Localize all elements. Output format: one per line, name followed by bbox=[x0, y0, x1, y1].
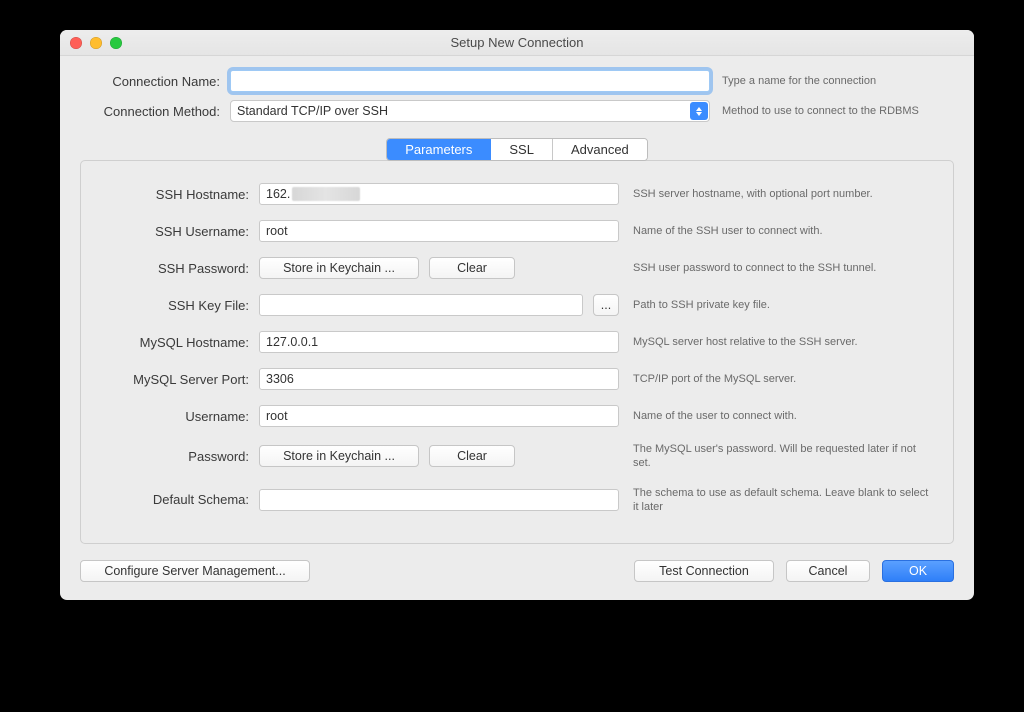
ssh-hostname-input[interactable]: 162. bbox=[259, 183, 619, 205]
ssh-password-clear-button[interactable]: Clear bbox=[429, 257, 515, 279]
mysql-password-store-button[interactable]: Store in Keychain ... bbox=[259, 445, 419, 467]
ssh-username-hint: Name of the SSH user to connect with. bbox=[619, 224, 935, 238]
default-schema-input[interactable] bbox=[259, 489, 619, 511]
row-connection-name: Connection Name: Type a name for the con… bbox=[80, 70, 954, 92]
tabs-strip: Parameters SSL Advanced bbox=[80, 138, 954, 161]
ssh-username-input[interactable] bbox=[259, 220, 619, 242]
row-ssh-hostname: SSH Hostname: 162. SSH server hostname, … bbox=[99, 183, 935, 205]
mysql-hostname-hint: MySQL server host relative to the SSH se… bbox=[619, 335, 935, 349]
row-ssh-password: SSH Password: Store in Keychain ... Clea… bbox=[99, 257, 935, 279]
footer: Configure Server Management... Test Conn… bbox=[60, 544, 974, 600]
connection-method-hint: Method to use to connect to the RDBMS bbox=[722, 105, 919, 117]
connection-name-hint: Type a name for the connection bbox=[722, 75, 876, 87]
ssh-password-store-button[interactable]: Store in Keychain ... bbox=[259, 257, 419, 279]
chevron-updown-icon bbox=[690, 102, 708, 120]
ssh-keyfile-hint: Path to SSH private key file. bbox=[619, 298, 935, 312]
mysql-username-input[interactable] bbox=[259, 405, 619, 427]
close-icon[interactable] bbox=[70, 37, 82, 49]
configure-server-management-button[interactable]: Configure Server Management... bbox=[80, 560, 310, 582]
zoom-icon[interactable] bbox=[110, 37, 122, 49]
mysql-port-label: MySQL Server Port: bbox=[99, 372, 259, 387]
mysql-password-clear-button[interactable]: Clear bbox=[429, 445, 515, 467]
window-title: Setup New Connection bbox=[60, 35, 974, 50]
ssh-hostname-label: SSH Hostname: bbox=[99, 187, 259, 202]
tab-parameters[interactable]: Parameters bbox=[387, 139, 491, 160]
dialog-window: Setup New Connection Connection Name: Ty… bbox=[60, 30, 974, 600]
content-area: Connection Name: Type a name for the con… bbox=[60, 56, 974, 544]
ssh-username-label: SSH Username: bbox=[99, 224, 259, 239]
mysql-hostname-label: MySQL Hostname: bbox=[99, 335, 259, 350]
connection-method-label: Connection Method: bbox=[80, 104, 230, 119]
ssh-hostname-hint: SSH server hostname, with optional port … bbox=[619, 187, 935, 201]
minimize-icon[interactable] bbox=[90, 37, 102, 49]
row-ssh-username: SSH Username: Name of the SSH user to co… bbox=[99, 220, 935, 242]
row-mysql-port: MySQL Server Port: TCP/IP port of the My… bbox=[99, 368, 935, 390]
titlebar: Setup New Connection bbox=[60, 30, 974, 56]
mysql-password-label: Password: bbox=[99, 449, 259, 464]
parameters-panel: SSH Hostname: 162. SSH server hostname, … bbox=[80, 160, 954, 544]
default-schema-hint: The schema to use as default schema. Lea… bbox=[619, 486, 935, 515]
test-connection-button[interactable]: Test Connection bbox=[634, 560, 774, 582]
ssh-keyfile-label: SSH Key File: bbox=[99, 298, 259, 313]
mysql-port-input[interactable] bbox=[259, 368, 619, 390]
ssh-keyfile-browse-button[interactable]: ... bbox=[593, 294, 619, 316]
row-ssh-keyfile: SSH Key File: ... Path to SSH private ke… bbox=[99, 294, 935, 316]
ssh-password-hint: SSH user password to connect to the SSH … bbox=[619, 261, 935, 275]
cancel-button[interactable]: Cancel bbox=[786, 560, 870, 582]
connection-name-input[interactable] bbox=[230, 70, 710, 92]
ssh-hostname-value-prefix: 162. bbox=[266, 187, 290, 201]
traffic-lights bbox=[60, 37, 122, 49]
ssh-hostname-redacted bbox=[292, 187, 360, 201]
ssh-password-label: SSH Password: bbox=[99, 261, 259, 276]
segmented-tabs: Parameters SSL Advanced bbox=[386, 138, 648, 161]
ssh-keyfile-input[interactable] bbox=[259, 294, 583, 316]
connection-method-value: Standard TCP/IP over SSH bbox=[237, 104, 388, 118]
mysql-hostname-input[interactable] bbox=[259, 331, 619, 353]
mysql-port-hint: TCP/IP port of the MySQL server. bbox=[619, 372, 935, 386]
tab-ssl[interactable]: SSL bbox=[491, 139, 553, 160]
row-connection-method: Connection Method: Standard TCP/IP over … bbox=[80, 100, 954, 122]
row-mysql-hostname: MySQL Hostname: MySQL server host relati… bbox=[99, 331, 935, 353]
default-schema-label: Default Schema: bbox=[99, 492, 259, 507]
mysql-username-label: Username: bbox=[99, 409, 259, 424]
connection-name-label: Connection Name: bbox=[80, 74, 230, 89]
ok-button[interactable]: OK bbox=[882, 560, 954, 582]
mysql-username-hint: Name of the user to connect with. bbox=[619, 409, 935, 423]
tab-advanced[interactable]: Advanced bbox=[553, 139, 647, 160]
connection-method-select[interactable]: Standard TCP/IP over SSH bbox=[230, 100, 710, 122]
row-mysql-username: Username: Name of the user to connect wi… bbox=[99, 405, 935, 427]
mysql-password-hint: The MySQL user's password. Will be reque… bbox=[619, 442, 935, 471]
row-default-schema: Default Schema: The schema to use as def… bbox=[99, 486, 935, 515]
row-mysql-password: Password: Store in Keychain ... Clear Th… bbox=[99, 442, 935, 471]
